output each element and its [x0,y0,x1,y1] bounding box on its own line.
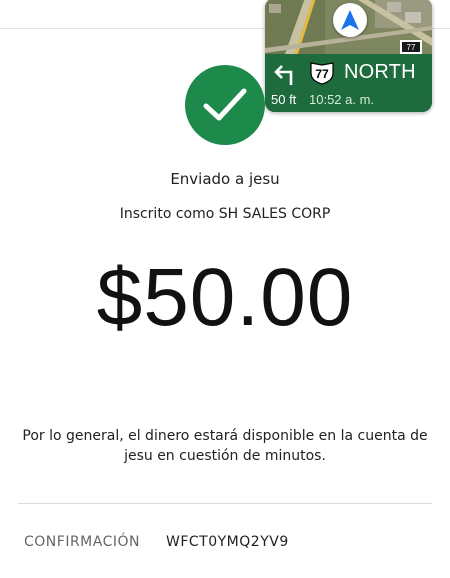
navigation-map[interactable]: 77 [265,0,432,54]
confirmation-label: CONFIRMACIÓN [24,534,140,550]
route-shield-icon: 77 [309,61,335,85]
enrolled-as-text: Inscrito como SH SALES CORP [119,206,331,222]
section-divider [18,503,432,504]
success-badge [185,65,265,145]
navigation-instruction-bar: 77 NORTH 50 ft 10:52 a. m. [265,54,432,112]
navigation-overlay[interactable]: 77 77 NORTH 50 ft 10:52 a. m. [265,0,432,112]
confirmation-code: WFCT0YMQ2YV9 [166,534,289,550]
availability-message: Por lo general, el dinero estará disponi… [22,428,428,464]
checkmark-icon [203,88,247,121]
map-route-sign: 77 [407,43,416,52]
navigation-time: 10:52 a. m. [309,92,375,107]
navigation-direction: NORTH [344,61,416,83]
navigation-arrow-icon[interactable] [333,3,367,37]
turn-left-icon [274,65,293,85]
route-number: 77 [315,67,329,81]
navigation-distance: 50 ft [271,92,297,107]
amount-sent: $50.00 [96,252,354,343]
recipient-text: Enviado a jesu [170,170,280,188]
